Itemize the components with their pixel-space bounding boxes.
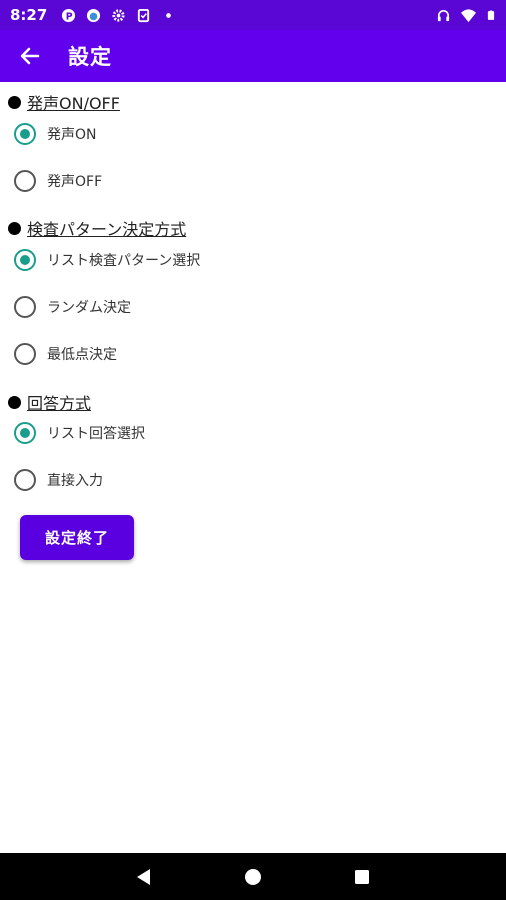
p-icon: P [62, 8, 76, 22]
radio-label: リスト回答選択 [47, 426, 145, 442]
radio-list-pattern[interactable]: リスト検査パターン選択 [14, 245, 200, 275]
arrow-left-icon [20, 47, 40, 65]
back-button[interactable] [0, 30, 60, 82]
radio-random[interactable]: ランダム決定 [14, 292, 131, 322]
page-title: 設定 [68, 45, 112, 69]
finish-settings-button[interactable]: 設定終了 [20, 515, 134, 560]
status-left-icons: P [61, 8, 176, 23]
radio-speech-on[interactable]: 発声ON [14, 119, 97, 149]
clipboard-icon [138, 8, 150, 22]
nav-home-button[interactable] [238, 862, 268, 892]
status-bar: 8:27 P [0, 0, 506, 30]
radio-list-answer[interactable]: リスト回答選択 [14, 418, 145, 448]
bullet-icon [8, 95, 21, 109]
section-header-pattern: 検査パターン決定方式 [8, 216, 186, 240]
radio-button-checked[interactable] [14, 422, 36, 444]
radio-speech-off[interactable]: 発声OFF [14, 166, 102, 196]
radio-button-checked[interactable] [14, 249, 36, 271]
gear-icon [112, 8, 125, 22]
headphones-icon [437, 9, 450, 21]
radio-button[interactable] [14, 170, 36, 192]
radio-label: リスト検査パターン選択 [47, 253, 201, 269]
status-right-icons [436, 8, 496, 23]
back-triangle-icon [137, 868, 151, 885]
section-header-label: 発声ON/OFF [27, 94, 120, 113]
nav-recents-button[interactable] [347, 862, 377, 892]
status-time: 8:27 [10, 6, 48, 24]
section-header-label: 回答方式 [27, 394, 92, 413]
radio-button[interactable] [14, 469, 36, 491]
svg-text:P: P [66, 11, 73, 22]
recents-square-icon [354, 869, 369, 884]
system-nav-bar [0, 853, 506, 900]
nav-back-button[interactable] [129, 862, 159, 892]
radio-button-checked[interactable] [14, 123, 36, 145]
section-header-label: 検査パターン決定方式 [27, 220, 187, 239]
home-circle-icon [244, 868, 261, 885]
radio-label: 直接入力 [47, 473, 103, 489]
radio-button[interactable] [14, 343, 36, 365]
radio-button[interactable] [14, 296, 36, 318]
dot-icon [166, 12, 172, 18]
radio-label: 発声ON [47, 127, 97, 143]
app-bar: 設定 [0, 30, 506, 82]
cloud-icon [87, 8, 101, 22]
battery-icon [487, 10, 495, 20]
section-header-answer: 回答方式 [8, 390, 91, 414]
wifi-icon [461, 8, 476, 22]
radio-lowest-score[interactable]: 最低点決定 [14, 339, 117, 369]
bullet-icon [8, 221, 21, 235]
bullet-icon [8, 395, 21, 409]
radio-label: 発声OFF [47, 174, 103, 190]
radio-label: ランダム決定 [47, 300, 131, 316]
radio-direct-input[interactable]: 直接入力 [14, 465, 103, 495]
radio-label: 最低点決定 [47, 347, 117, 363]
section-header-speech: 発声ON/OFF [8, 90, 120, 114]
